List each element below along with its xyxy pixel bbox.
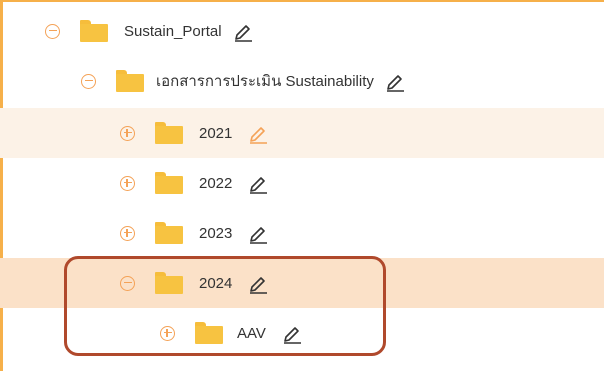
tree-node-2022[interactable]: 2022	[0, 158, 604, 208]
tree-node-label: Sustain_Portal	[124, 22, 222, 40]
folder-icon	[116, 70, 144, 92]
tree-node-label: 2022	[199, 174, 233, 192]
collapse-icon[interactable]	[45, 23, 60, 39]
annotation-highlight-box	[64, 256, 386, 356]
folder-icon	[155, 122, 183, 144]
pencil-edit-icon[interactable]	[232, 20, 254, 42]
pencil-edit-icon[interactable]	[247, 122, 269, 144]
tree-node-label: เอกสารการประเมิน Sustainability	[156, 73, 374, 90]
pencil-edit-icon[interactable]	[384, 70, 406, 92]
tree-node-2023[interactable]: 2023	[0, 208, 604, 258]
expand-icon[interactable]	[120, 125, 135, 141]
expand-icon[interactable]	[120, 225, 135, 241]
tree-node-2021[interactable]: 2021	[0, 108, 604, 158]
folder-icon	[155, 222, 183, 244]
tree-node-assessment-docs[interactable]: เอกสารการประเมิน Sustainability	[0, 56, 604, 106]
expand-icon[interactable]	[120, 175, 135, 191]
tree-node-sustain-portal[interactable]: Sustain_Portal	[0, 6, 604, 56]
collapse-icon[interactable]	[81, 73, 96, 89]
folder-icon	[80, 20, 108, 42]
pencil-edit-icon[interactable]	[247, 172, 269, 194]
tree-node-label: 2021	[199, 124, 233, 142]
folder-icon	[155, 172, 183, 194]
tree-node-label: 2023	[199, 224, 233, 242]
pencil-edit-icon[interactable]	[247, 222, 269, 244]
